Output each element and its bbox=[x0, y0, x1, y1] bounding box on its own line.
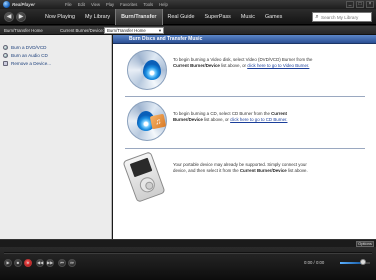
minimize-button[interactable]: _ bbox=[346, 1, 354, 8]
volume-knob[interactable] bbox=[360, 259, 366, 265]
menu-help[interactable]: Help bbox=[156, 1, 171, 8]
sidebar-item-burn-dvd[interactable]: Burn a DVD/VCD bbox=[0, 43, 111, 51]
time-readout: 0:00 / 0:00 bbox=[304, 260, 325, 265]
main-header: Burn Discs and Transfer Music bbox=[113, 35, 376, 44]
tab-games[interactable]: Games bbox=[260, 9, 287, 25]
device-select-value: Burn/Transfer Home bbox=[107, 28, 146, 33]
close-button[interactable]: × bbox=[366, 1, 374, 8]
next-button[interactable]: ⏭ bbox=[68, 259, 76, 267]
device-label: Current Burner/Device: bbox=[60, 28, 104, 33]
record-button[interactable]: ● bbox=[24, 259, 32, 267]
menu-bar: File Edit View Play Favorites Tools Help bbox=[62, 1, 171, 8]
portable-device-section: Your portable device may already be supp… bbox=[113, 149, 376, 209]
tab-superpass[interactable]: SuperPass bbox=[199, 9, 235, 25]
menu-view[interactable]: View bbox=[88, 1, 103, 8]
rewind-button[interactable]: ◀◀ bbox=[36, 259, 44, 267]
main-panel: Burn Discs and Transfer Music To begin b… bbox=[113, 35, 376, 239]
realplayer-logo-icon bbox=[3, 1, 10, 8]
stop-button[interactable]: ■ bbox=[14, 259, 22, 267]
navigation-bar: ◀ ▶ Now Playing My Library Burn/Transfer… bbox=[0, 9, 376, 25]
fast-forward-button[interactable]: ▶▶ bbox=[46, 259, 54, 267]
sidebar-item-label: Burn a DVD/VCD bbox=[11, 44, 47, 50]
video-burner-link[interactable]: click here to go to Video Burner. bbox=[247, 63, 309, 68]
menu-file[interactable]: File bbox=[62, 1, 75, 8]
menu-tools[interactable]: Tools bbox=[140, 1, 156, 8]
player-bar: ▶ ■ ● ◀◀ ▶▶ ⏮ ⏭ 0:00 / 0:00 bbox=[0, 247, 376, 280]
search-box: ⌕ bbox=[312, 12, 372, 22]
maximize-button[interactable]: □ bbox=[356, 1, 364, 8]
sidebar-item-label: Remove a Device... bbox=[11, 60, 52, 66]
cd-burner-link[interactable]: click here to go to CD Burner. bbox=[230, 117, 287, 122]
forward-button[interactable]: ▶ bbox=[16, 12, 26, 22]
app-logo: RealPlayer bbox=[3, 1, 35, 8]
portable-device-icon bbox=[122, 151, 166, 203]
disc-icon bbox=[3, 44, 8, 50]
video-burn-text: To begin burning a Video disk, select Vi… bbox=[173, 57, 313, 68]
video-burn-section: To begin burning a Video disk, select Vi… bbox=[113, 44, 376, 96]
tab-real-guide[interactable]: Real Guide bbox=[163, 9, 200, 25]
title-bar: RealPlayer File Edit View Play Favorites… bbox=[0, 0, 376, 9]
tab-now-playing[interactable]: Now Playing bbox=[40, 9, 80, 25]
status-bar: Options bbox=[0, 239, 376, 247]
menu-play[interactable]: Play bbox=[103, 1, 117, 8]
window-controls: _ □ × bbox=[346, 1, 374, 8]
home-breadcrumb[interactable]: Burn/Transfer Home bbox=[4, 26, 43, 35]
device-icon bbox=[3, 60, 8, 66]
device-select[interactable]: Burn/Transfer Home ▼ bbox=[104, 27, 164, 34]
tab-music[interactable]: Music bbox=[236, 9, 260, 25]
sidebar-item-label: Burn an Audio CD bbox=[11, 52, 48, 58]
tab-burn-transfer[interactable]: Burn/Transfer bbox=[115, 9, 163, 25]
toolbar: Burn/Transfer Home Current Burner/Device… bbox=[0, 26, 376, 35]
nav-tabs: Now Playing My Library Burn/Transfer Rea… bbox=[40, 9, 287, 25]
portable-device-text: Your portable device may already be supp… bbox=[173, 162, 308, 173]
previous-button[interactable]: ⏮ bbox=[58, 259, 66, 267]
app-logo-text: RealPlayer bbox=[12, 2, 36, 7]
back-button[interactable]: ◀ bbox=[4, 12, 14, 22]
sidebar-item-burn-audio-cd[interactable]: Burn an Audio CD bbox=[0, 51, 111, 59]
play-button[interactable]: ▶ bbox=[4, 259, 12, 267]
flame-icon bbox=[143, 60, 161, 80]
disc-icon bbox=[3, 52, 8, 58]
search-input[interactable] bbox=[321, 14, 371, 20]
sidebar-list: Burn a DVD/VCD Burn an Audio CD Remove a… bbox=[0, 35, 111, 67]
sidebar: Burn a DVD/VCD Burn an Audio CD Remove a… bbox=[0, 35, 112, 239]
menu-favorites[interactable]: Favorites bbox=[117, 1, 140, 8]
seek-bar[interactable] bbox=[4, 252, 372, 254]
menu-edit[interactable]: Edit bbox=[75, 1, 88, 8]
cd-burn-text: To begin burning a CD, select CD Burner … bbox=[173, 111, 288, 122]
cd-burn-section: ♫ To begin burning a CD, select CD Burne… bbox=[113, 97, 376, 147]
sidebar-item-remove-device[interactable]: Remove a Device... bbox=[0, 59, 111, 67]
chevron-down-icon: ▼ bbox=[158, 28, 162, 33]
search-icon[interactable]: ⌕ bbox=[313, 14, 321, 21]
tab-my-library[interactable]: My Library bbox=[80, 9, 115, 25]
